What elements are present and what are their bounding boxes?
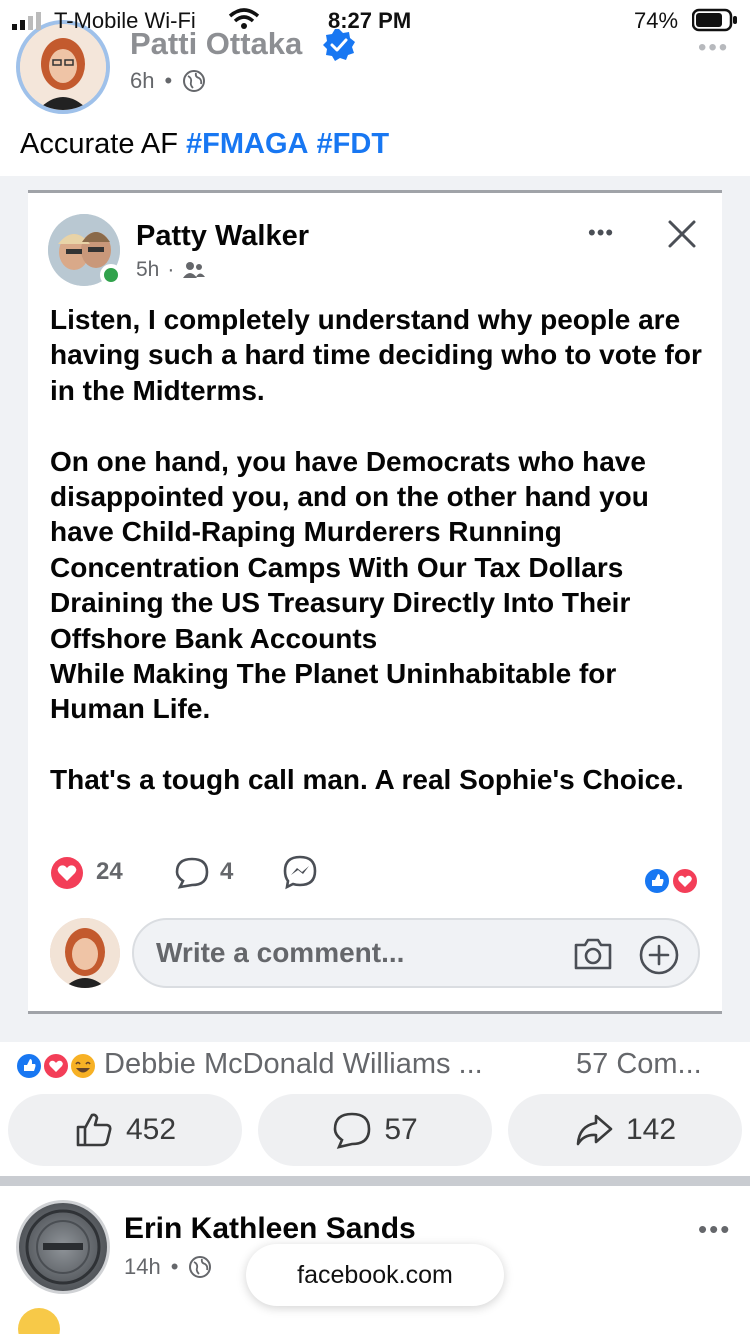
comment-bubble-icon xyxy=(175,857,209,889)
commenter-avatar xyxy=(50,918,120,988)
comment-button[interactable]: 57 xyxy=(258,1094,492,1166)
carrier-label: T-Mobile Wi-Fi xyxy=(54,8,196,33)
post-time: 6h xyxy=(130,68,155,93)
post-meta: 6h • xyxy=(130,68,206,94)
meta-dot: • xyxy=(170,1254,179,1279)
camera-icon xyxy=(574,938,612,970)
thumbs-up-icon xyxy=(76,1113,112,1147)
share-button[interactable]: 142 xyxy=(508,1094,742,1166)
caption-text: Accurate AF xyxy=(20,128,187,160)
next-author-photo xyxy=(25,1209,101,1285)
comment-placeholder: Write a comment... xyxy=(156,937,405,968)
next-post-more-icon[interactable]: ••• xyxy=(698,1214,731,1245)
mini-reactions-icon xyxy=(643,867,699,895)
hashtag-link[interactable]: #FMAGA xyxy=(186,128,308,160)
embedded-author-name: Patty Walker xyxy=(136,220,309,252)
commenter-photo xyxy=(50,918,120,988)
post-caption: Accurate AF #FMAGA #FDT xyxy=(20,128,389,161)
comment-icon xyxy=(334,1112,371,1149)
browser-url-pill[interactable]: facebook.com xyxy=(246,1244,504,1306)
embedded-comment-count: 4 xyxy=(220,858,234,885)
meta-dot: • xyxy=(164,68,173,93)
share-icon xyxy=(576,1114,613,1146)
meta-dot: · xyxy=(167,258,175,281)
status-bar: T-Mobile Wi-Fi 8:27 PM 74% xyxy=(0,0,750,40)
love-reaction-icon xyxy=(51,857,83,889)
reaction-summary-icons[interactable] xyxy=(14,1050,100,1082)
reactors-summary[interactable]: Debbie McDonald Williams ... xyxy=(104,1048,483,1081)
embedded-post-time: 5h xyxy=(136,258,160,281)
friends-audience-icon xyxy=(183,262,206,278)
globe-icon xyxy=(183,70,206,92)
comment-count: 57 xyxy=(384,1113,418,1146)
like-count: 452 xyxy=(125,1113,177,1146)
close-icon xyxy=(668,220,696,248)
embedded-reaction-count: 24 xyxy=(96,858,123,885)
next-author-avatar[interactable] xyxy=(16,1200,110,1294)
next-post-meta: 14h • xyxy=(124,1254,212,1280)
globe-icon xyxy=(189,1256,212,1278)
add-circle-icon xyxy=(639,935,679,975)
battery-percentage: 74% xyxy=(634,8,679,33)
url-text: facebook.com xyxy=(297,1260,453,1289)
emoji-icon xyxy=(18,1308,60,1334)
next-post-time: 14h xyxy=(124,1254,161,1279)
embedded-post-text: Listen, I completely understand why peop… xyxy=(50,304,702,796)
signal-strength-icon xyxy=(12,12,41,30)
comments-summary-link[interactable]: 57 Com... xyxy=(576,1048,702,1081)
next-post-author-name[interactable]: Erin Kathleen Sands xyxy=(124,1212,416,1246)
hashtag-link[interactable]: #FDT xyxy=(317,128,390,160)
embedded-more-icon: ••• xyxy=(588,220,615,245)
embedded-comment-field: Write a comment... xyxy=(132,918,700,988)
embedded-post-meta: 5h · xyxy=(136,258,206,282)
online-status-indicator xyxy=(100,264,122,286)
post-divider xyxy=(0,1176,750,1186)
share-count: 142 xyxy=(625,1113,677,1146)
battery-icon xyxy=(692,8,737,32)
messenger-icon xyxy=(283,855,317,890)
wifi-icon xyxy=(228,8,260,29)
clock: 8:27 PM xyxy=(328,8,412,33)
like-button[interactable]: 452 xyxy=(8,1094,242,1166)
